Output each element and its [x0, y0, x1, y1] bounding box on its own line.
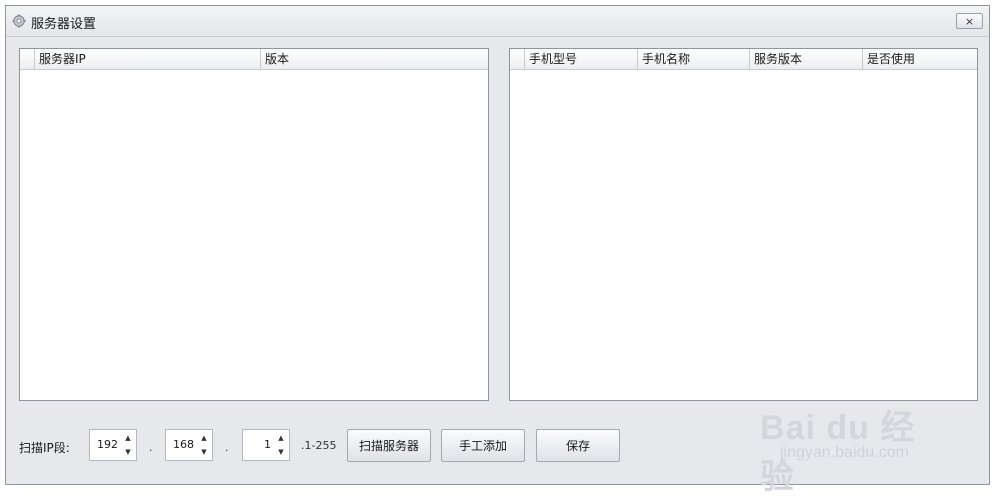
scan-servers-button[interactable]: 扫描服务器	[347, 429, 431, 462]
save-button[interactable]: 保存	[536, 429, 620, 462]
ip-octet-2-spinner[interactable]: 168 ▲ ▼	[165, 429, 213, 461]
close-button[interactable]: ×	[956, 13, 983, 29]
gear-icon	[12, 14, 26, 28]
row-indicator-header	[20, 49, 35, 69]
column-header-phone-model[interactable]: 手机型号	[525, 49, 638, 69]
server-list-grid[interactable]: 服务器IP 版本	[19, 48, 489, 401]
server-list-header: 服务器IP 版本	[20, 49, 488, 70]
ip-octet-1-spinner[interactable]: 192 ▲ ▼	[89, 429, 137, 461]
ip-separator: .	[225, 441, 229, 454]
spin-down-icon[interactable]: ▼	[201, 446, 206, 458]
phone-list-header: 手机型号 手机名称 服务版本 是否使用	[510, 49, 977, 70]
ip-octet-2-value: 168	[173, 438, 194, 451]
column-header-version[interactable]: 版本	[261, 49, 488, 69]
ip-octet-3-value: 1	[264, 438, 271, 451]
column-header-server-ip[interactable]: 服务器IP	[35, 49, 261, 69]
spin-up-icon[interactable]: ▲	[201, 432, 206, 444]
spin-up-icon[interactable]: ▲	[125, 432, 130, 444]
spin-down-icon[interactable]: ▼	[278, 446, 283, 458]
spin-up-icon[interactable]: ▲	[278, 432, 283, 444]
column-header-in-use[interactable]: 是否使用	[863, 49, 977, 69]
spin-down-icon[interactable]: ▼	[125, 446, 130, 458]
window-title: 服务器设置	[31, 17, 97, 32]
manual-add-button[interactable]: 手工添加	[441, 429, 525, 462]
ip-octet-3-spinner[interactable]: 1 ▲ ▼	[242, 429, 290, 461]
column-header-phone-name[interactable]: 手机名称	[638, 49, 750, 69]
ip-separator: .	[149, 441, 153, 454]
title-bar: 服务器设置 ×	[6, 6, 989, 37]
row-indicator-header	[510, 49, 525, 69]
bottom-toolbar: 扫描IP段: 192 ▲ ▼ . 168 ▲ ▼ . 1 ▲ ▼ .1-255 …	[6, 426, 989, 466]
phone-list-grid[interactable]: 手机型号 手机名称 服务版本 是否使用	[509, 48, 978, 401]
close-icon: ×	[964, 14, 975, 28]
column-header-service-version[interactable]: 服务版本	[750, 49, 863, 69]
server-settings-window: 服务器设置 × 服务器IP 版本 手机型号 手机名称 服务版本 是否使用 扫描I…	[5, 5, 990, 485]
scan-ip-label: 扫描IP段:	[19, 441, 70, 455]
ip-octet-1-value: 192	[97, 438, 118, 451]
ip-range-suffix: .1-255	[301, 439, 337, 452]
